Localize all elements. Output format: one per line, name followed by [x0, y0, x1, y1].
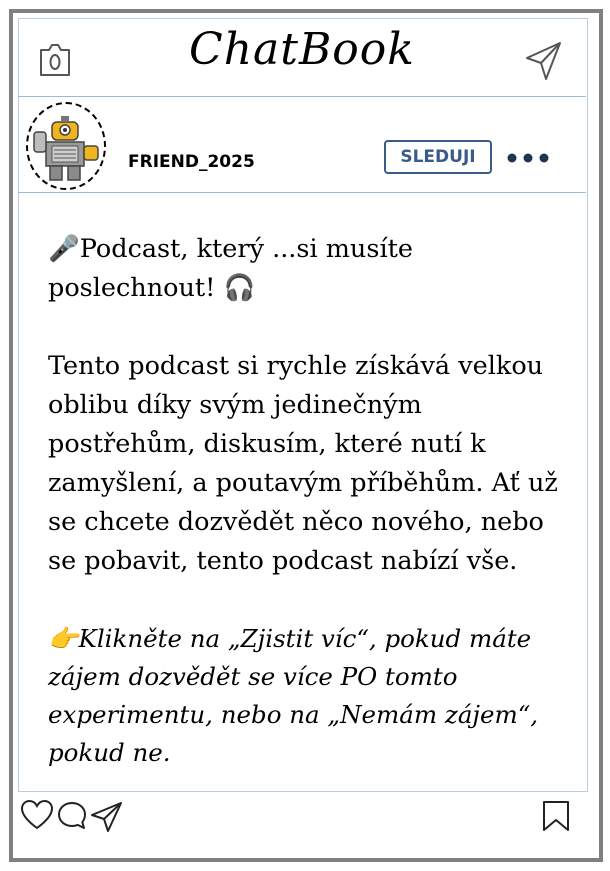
robot-illustration [33, 116, 99, 181]
three-dots-icon[interactable] [506, 148, 550, 168]
post-call-to-action: 👉Klikněte na „Zjistit víc“, pokud máte z… [48, 620, 563, 772]
post-body-text: Tento podcast si rychle získává velkou o… [48, 351, 558, 576]
comment-icon[interactable] [56, 800, 90, 832]
robot-avatar[interactable] [26, 102, 106, 190]
heart-icon[interactable] [20, 799, 54, 831]
headphones-emoji: 🎧 [223, 273, 256, 303]
follow-button[interactable]: SLEDUJI [384, 140, 492, 174]
share-icon[interactable] [90, 801, 124, 833]
bookmark-icon[interactable] [541, 800, 571, 832]
post-content: 🎤Podcast, který ...si musíte poslechnout… [48, 230, 563, 772]
pointing-hand-emoji: 👉 [48, 624, 79, 653]
paper-plane-icon[interactable] [524, 40, 564, 82]
microphone-emoji: 🎤 [48, 234, 80, 264]
post-cta-text: Klikněte na „Zjistit víc“, pokud máte zá… [48, 624, 539, 767]
author-username[interactable]: FRIEND_2025 [128, 152, 255, 172]
app-header: ChatBook [18, 18, 586, 97]
post-intro: 🎤Podcast, který ...si musíte poslechnout… [48, 230, 563, 308]
post-author-row: FRIEND_2025 SLEDUJI [18, 96, 586, 193]
app-title: ChatBook [189, 24, 415, 75]
